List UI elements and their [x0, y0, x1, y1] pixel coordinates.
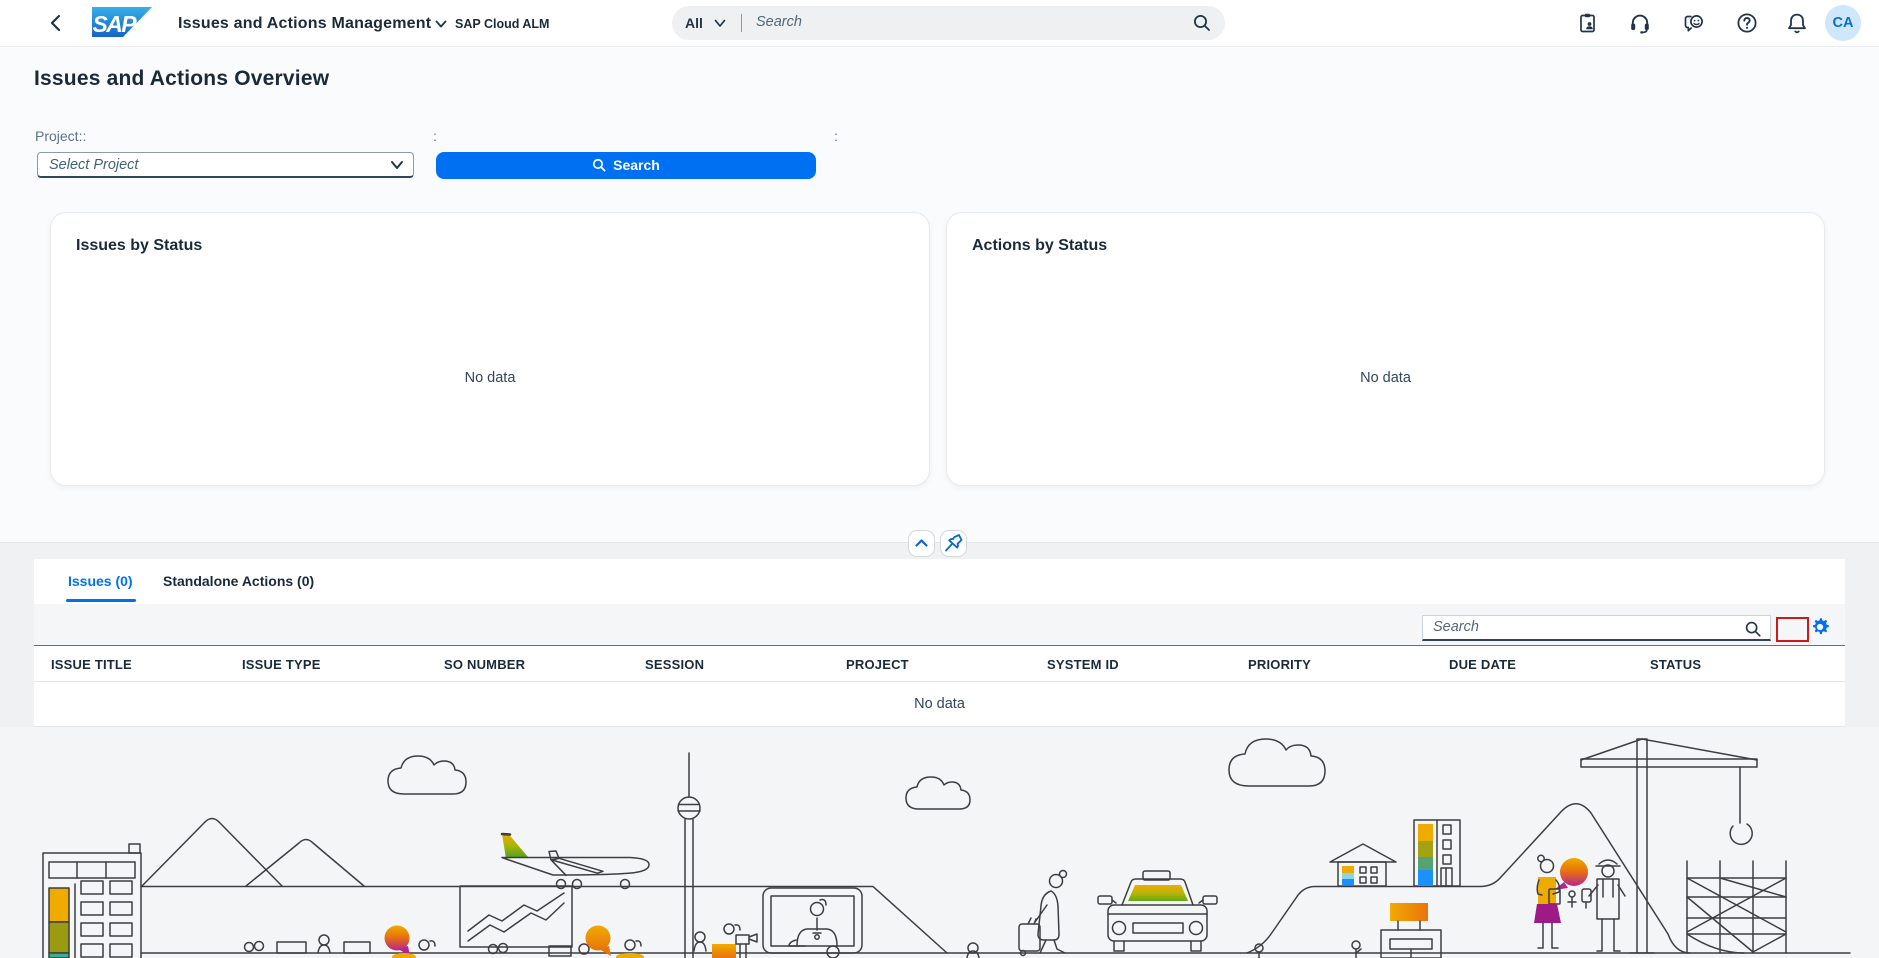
svg-text:SAP: SAP — [93, 11, 138, 37]
